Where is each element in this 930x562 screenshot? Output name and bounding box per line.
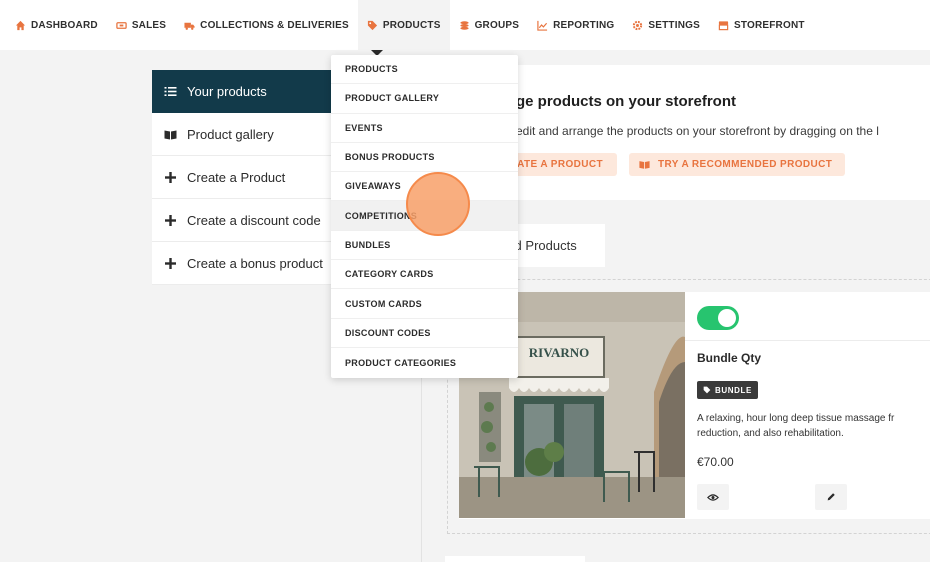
cafe-sign-text: RIVARNO [529, 345, 589, 360]
truck-icon [184, 22, 195, 30]
sidebar-item-label: Product gallery [187, 126, 274, 142]
nav-settings[interactable]: SETTINGS [623, 0, 709, 50]
nav-dashboard-label: DASHBOARD [31, 19, 98, 31]
product-card[interactable]: RIVARNO Bundle Qty BUNDLE A relaxing, ho… [459, 292, 930, 519]
product-type-badge: BUNDLE [697, 381, 758, 399]
next-section-tab[interactable] [445, 556, 585, 562]
pencil-icon [827, 493, 835, 501]
menu-item-category-cards[interactable]: CATEGORY CARDS [331, 260, 518, 290]
sidebar-item-create-discount-code[interactable]: Create a discount code [152, 199, 334, 242]
sidebar-item-label: Your products [187, 83, 267, 99]
nav-dashboard[interactable]: DASHBOARD [6, 0, 107, 50]
nav-collections-label: COLLECTIONS & DELIVERIES [200, 19, 349, 31]
sidebar-item-label: Create a discount code [187, 212, 321, 228]
sidebar-item-label: Create a bonus product [187, 255, 323, 271]
nav-groups[interactable]: GROUPS [450, 0, 529, 50]
sidebar-item-label: Create a Product [187, 169, 286, 185]
click-indicator [406, 172, 470, 236]
plus-icon [165, 257, 176, 269]
nav-reporting-label: REPORTING [553, 19, 615, 31]
nav-settings-label: SETTINGS [648, 19, 700, 31]
menu-item-bundles[interactable]: BUNDLES [331, 231, 518, 261]
badge-label: BUNDLE [715, 385, 752, 395]
list-icon [164, 86, 177, 96]
menu-item-events[interactable]: EVENTS [331, 114, 518, 143]
plus-icon [165, 214, 176, 226]
layers-icon [459, 20, 469, 30]
page-title: ge products on your storefront [516, 93, 737, 110]
sidebar-item-product-gallery[interactable]: Product gallery [152, 113, 334, 156]
plus-icon [165, 171, 176, 183]
book-icon [164, 130, 177, 139]
nav-storefront[interactable]: STOREFRONT [709, 0, 814, 50]
menu-item-custom-cards[interactable]: CUSTOM CARDS [331, 289, 518, 319]
try-recommended-label: TRY A RECOMMENDED PRODUCT [658, 159, 833, 170]
menu-item-bonus-products[interactable]: BONUS PRODUCTS [331, 143, 518, 173]
home-icon [15, 20, 26, 30]
tag-icon [703, 386, 711, 394]
menu-item-discount-codes[interactable]: DISCOUNT CODES [331, 319, 518, 348]
menu-item-products[interactable]: PRODUCTS [331, 55, 518, 85]
nav-groups-label: GROUPS [474, 19, 520, 31]
nav-products-label: PRODUCTS [382, 19, 441, 31]
page-description: edit and arrange the products on your st… [516, 124, 879, 138]
nav-sales[interactable]: SALES [107, 0, 175, 50]
gear-icon [633, 20, 643, 30]
nav-collections-deliveries[interactable]: COLLECTIONS & DELIVERIES [175, 0, 358, 50]
chart-icon [537, 20, 548, 31]
product-name: Bundle Qty [697, 351, 762, 365]
product-visibility-toggle[interactable] [697, 306, 739, 330]
product-price: €70.00 [697, 455, 734, 469]
top-navigation: DASHBOARD SALES COLLECTIONS & DELIVERIES… [0, 0, 930, 50]
product-description: A relaxing, hour long deep tissue massag… [697, 413, 895, 439]
menu-item-product-gallery[interactable]: PRODUCT GALLERY [331, 84, 518, 114]
try-recommended-product-button[interactable]: TRY A RECOMMENDED PRODUCT [629, 153, 845, 176]
edit-product-button[interactable] [815, 484, 847, 510]
view-product-button[interactable] [697, 484, 729, 510]
store-icon [718, 20, 729, 30]
create-product-label: EATE A PRODUCT [510, 159, 604, 170]
sidebar-item-create-product[interactable]: Create a Product [152, 156, 334, 199]
nav-storefront-label: STOREFRONT [733, 19, 805, 31]
products-sidebar: Your products Product gallery Create a P… [152, 70, 334, 285]
nav-sales-label: SALES [131, 19, 167, 31]
ticket-icon [116, 21, 127, 29]
nav-reporting[interactable]: REPORTING [528, 0, 623, 50]
sidebar-item-create-bonus-product[interactable]: Create a bonus product [152, 242, 334, 285]
book-icon [639, 161, 650, 169]
menu-item-product-categories[interactable]: PRODUCT CATEGORIES [331, 348, 518, 377]
sidebar-item-your-products[interactable]: Your products [152, 70, 334, 113]
nav-products[interactable]: PRODUCTS [357, 0, 450, 50]
tag-icon [367, 20, 377, 30]
eye-icon [707, 493, 719, 501]
card-divider [685, 340, 930, 341]
